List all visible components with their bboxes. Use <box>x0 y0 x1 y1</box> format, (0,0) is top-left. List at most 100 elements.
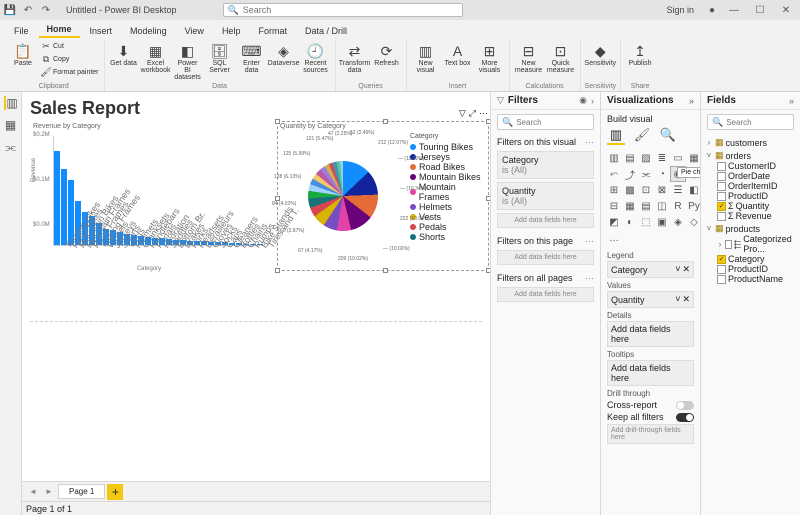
get-data-button[interactable]: ⬇Get data <box>109 40 139 69</box>
dataverse-button[interactable]: ◈Dataverse <box>269 40 299 69</box>
sensitivity-button[interactable]: ◆Sensitivity <box>585 40 615 69</box>
focus-icon[interactable]: ⤢ <box>469 108 476 119</box>
refresh-button[interactable]: ⟳Refresh <box>372 40 402 69</box>
checkbox[interactable] <box>717 212 726 221</box>
table-customers[interactable]: ›▦customers <box>705 137 796 148</box>
field-orderdate[interactable]: OrderDate <box>717 171 796 181</box>
viz-type-button[interactable]: ⤴ <box>623 167 637 181</box>
avatar-icon[interactable]: ● <box>706 4 718 16</box>
more-icon[interactable]: ⋯ <box>479 108 488 119</box>
viz-type-button[interactable]: ⊠ <box>655 183 669 197</box>
viz-type-button[interactable]: ◈ <box>671 215 685 229</box>
data-view-icon[interactable]: ▦ <box>4 118 18 132</box>
remove-icon[interactable]: ✕ <box>682 294 690 305</box>
checkbox[interactable] <box>717 265 726 274</box>
fields-search-input[interactable] <box>726 118 789 127</box>
more-icon[interactable]: ⋯ <box>585 273 594 284</box>
format-tab-icon[interactable]: 🖌 <box>633 127 651 145</box>
add-page-button[interactable]: + <box>107 484 123 500</box>
checkbox[interactable] <box>717 182 726 191</box>
drill-drop[interactable]: Add drill-through fields here <box>607 424 694 444</box>
bar[interactable] <box>54 151 60 245</box>
viz-type-button[interactable]: ▦ <box>623 199 637 213</box>
viz-type-button[interactable]: ▥ <box>607 151 621 165</box>
viz-type-button[interactable]: ⫘ <box>639 167 653 181</box>
viz-type-button[interactable]: ⬿ <box>607 167 621 181</box>
legend-item[interactable]: Road Bikes <box>410 162 486 172</box>
viz-type-button[interactable]: ◩ <box>607 215 621 229</box>
more-icon[interactable]: ⋯ <box>585 137 594 148</box>
checkbox[interactable] <box>717 192 726 201</box>
new-measure-button[interactable]: ⊟New measure <box>514 40 544 76</box>
collapse-icon[interactable]: › <box>591 96 594 106</box>
field-categorizedpro[interactable]: ›⬱Categorized Pro... <box>717 234 796 254</box>
recent-sources-button[interactable]: 🕘Recent sources <box>301 40 331 76</box>
checkbox[interactable] <box>717 172 726 181</box>
ribbon-tab-insert[interactable]: Insert <box>82 24 121 38</box>
checkbox[interactable] <box>717 162 726 171</box>
cut-button[interactable]: ✂Cut <box>40 40 100 52</box>
field-productid[interactable]: ProductID <box>717 264 796 274</box>
field-orderitemid[interactable]: OrderItemID <box>717 181 796 191</box>
paste-button[interactable]: 📋Paste <box>8 40 38 69</box>
well-legend[interactable]: Category˅✕ <box>607 261 694 278</box>
viz-type-button[interactable]: ≣ <box>655 151 669 165</box>
viz-type-button[interactable]: ⬚ <box>639 215 653 229</box>
new-visual-button[interactable]: ▥New visual <box>411 40 441 76</box>
minimize-button[interactable]: — <box>724 5 744 16</box>
field-revenue[interactable]: ΣRevenue <box>717 211 796 221</box>
page-next-icon[interactable]: ► <box>42 487 56 496</box>
viz-type-button[interactable]: ◫ <box>655 199 669 213</box>
bar[interactable] <box>61 169 67 245</box>
excel-workbook-button[interactable]: ▦Excel workbook <box>141 40 171 76</box>
keep-filters-toggle[interactable] <box>676 413 694 422</box>
sign-in-link[interactable]: Sign in <box>666 5 694 15</box>
field-category[interactable]: ✓Category <box>717 254 796 264</box>
legend-item[interactable]: Helmets <box>410 202 486 212</box>
cross-report-toggle[interactable] <box>676 401 694 410</box>
viz-type-button[interactable]: ⊡ <box>639 183 653 197</box>
bar-chart-visual[interactable]: Revenue by Category Revenue $0.2M $0.1M … <box>30 121 268 271</box>
filters-search[interactable]: 🔍 <box>497 114 594 130</box>
legend-item[interactable]: Shorts <box>410 232 486 242</box>
remove-icon[interactable]: ✕ <box>682 264 690 275</box>
pie-chart-visual[interactable]: ▽ ⤢ ⋯ Quantity by Category 212 (12.07%)—… <box>277 121 489 271</box>
quick-measure-button[interactable]: ⊡Quick measure <box>546 40 576 76</box>
close-button[interactable]: ✕ <box>776 5 796 16</box>
well-tooltips[interactable]: Add data fields here <box>607 360 694 386</box>
well-details[interactable]: Add data fields here <box>607 321 694 347</box>
ribbon-tab-file[interactable]: File <box>6 24 37 38</box>
viz-type-button[interactable]: ☰ <box>671 183 685 197</box>
field-customerid[interactable]: CustomerID <box>717 161 796 171</box>
viz-type-button[interactable]: ◐ <box>623 215 637 229</box>
more-visuals-button[interactable]: ⊞More visuals <box>475 40 505 76</box>
model-view-icon[interactable]: ⫘ <box>4 140 18 154</box>
global-search-input[interactable] <box>243 5 458 15</box>
transform-data-button[interactable]: ⇄Transform data <box>340 40 370 76</box>
ribbon-tab-help[interactable]: Help <box>214 24 249 38</box>
filter-drop-zone[interactable]: Add data fields here <box>497 213 594 228</box>
viz-type-button[interactable]: ▤ <box>639 199 653 213</box>
viz-type-button[interactable]: ◇ <box>687 215 700 229</box>
viz-type-button[interactable]: R <box>671 199 685 213</box>
page-tab[interactable]: Page 1 <box>58 484 105 499</box>
viz-type-button[interactable]: Py <box>687 199 700 213</box>
viz-type-button[interactable]: ⊞ <box>607 183 621 197</box>
checkbox[interactable]: ✓ <box>717 255 726 264</box>
viz-type-button[interactable]: ▦ <box>687 151 700 165</box>
more-icon[interactable]: ⋯ <box>585 236 594 247</box>
power-bi-datasets-button[interactable]: ◧Power BI datasets <box>173 40 203 83</box>
field-quantity[interactable]: ✓ΣQuantity <box>717 201 796 211</box>
fields-search[interactable]: 🔍 <box>707 114 794 130</box>
viz-type-button[interactable]: ◔ <box>655 167 669 181</box>
viz-type-button[interactable]: ▣ <box>655 215 669 229</box>
viz-type-button[interactable]: ▭ <box>671 151 685 165</box>
save-icon[interactable]: 💾 <box>4 4 16 16</box>
field-productid[interactable]: ProductID <box>717 191 796 201</box>
page-prev-icon[interactable]: ◄ <box>26 487 40 496</box>
format-painter-button[interactable]: 🖌Format painter <box>40 66 100 78</box>
build-tab-icon[interactable]: ▥ <box>607 127 625 145</box>
ribbon-tab-datadrill[interactable]: Data / Drill <box>297 24 355 38</box>
ribbon-tab-home[interactable]: Home <box>39 22 80 38</box>
legend-item[interactable]: Pedals <box>410 222 486 232</box>
